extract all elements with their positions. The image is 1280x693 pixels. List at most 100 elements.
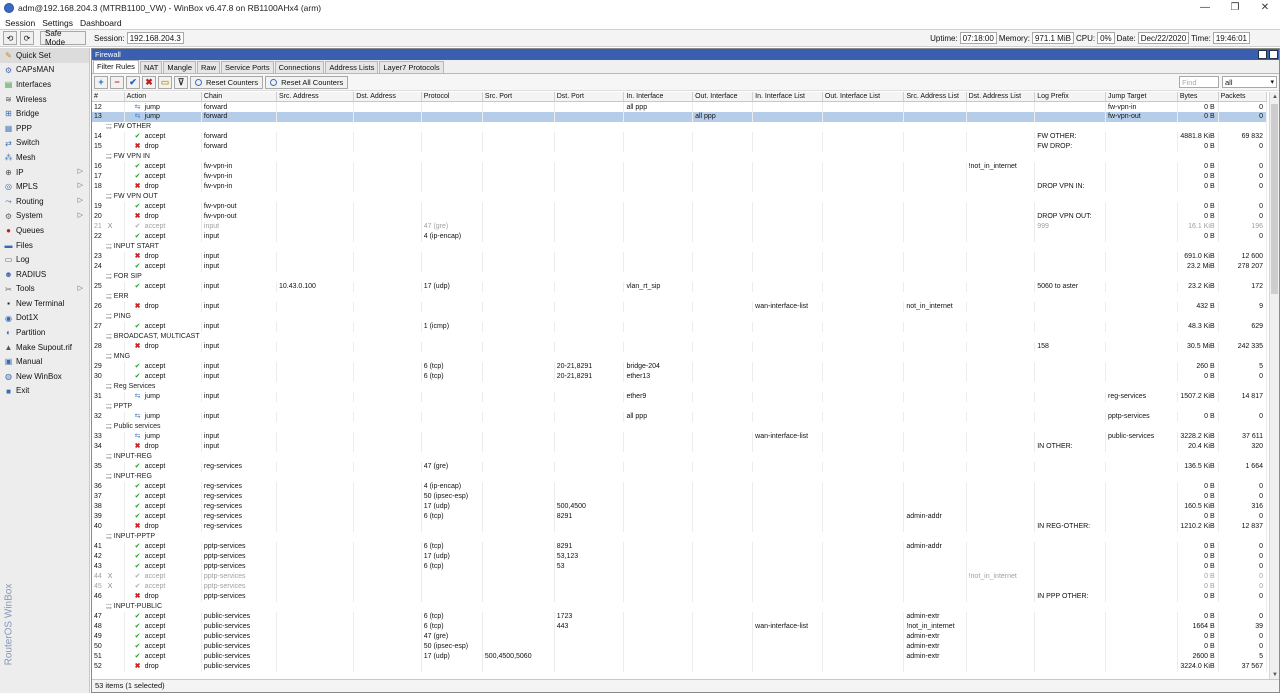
rule-row[interactable]: 38 ✔ accept reg-services 17 (udp) 500,4500 160… bbox=[92, 501, 1267, 512]
rule-row[interactable]: 50 ✔ accept public-services 50 (ipsec-esp) ad… bbox=[92, 641, 1267, 652]
disable-icon[interactable]: ✖ bbox=[142, 75, 156, 89]
comment-row[interactable]: ;;; BROADCAST, MULTICAST bbox=[92, 331, 1267, 342]
find-input[interactable]: Find bbox=[1179, 76, 1219, 88]
rule-row[interactable]: 14 ✔ accept forward FW OTHER: 4881.8 KiB 69 83… bbox=[92, 131, 1267, 142]
rule-row[interactable]: 40 ✖ drop reg-services IN REG-OTHER: 1210.2 K… bbox=[92, 521, 1267, 532]
column-header[interactable]: Jump Target bbox=[1105, 92, 1178, 103]
rule-row[interactable]: 36 ✔ accept reg-services 4 (ip-encap) 0 B0 bbox=[92, 481, 1267, 492]
vertical-scrollbar[interactable]: ▲ ▼ bbox=[1269, 92, 1279, 680]
remove-icon[interactable]: − bbox=[110, 75, 124, 89]
sidebar-item-partition[interactable]: ◐ Partition bbox=[0, 325, 89, 340]
column-header[interactable]: Dst. Port bbox=[554, 92, 625, 103]
tab-raw[interactable]: Raw bbox=[197, 61, 221, 73]
rule-row[interactable]: 35 ✔ accept reg-services 47 (gre) 136.5 KiB 1 … bbox=[92, 461, 1267, 472]
sidebar-item-switch[interactable]: ⇄ Switch bbox=[0, 136, 89, 151]
minimize-button[interactable]: — bbox=[1190, 0, 1220, 16]
comment-row[interactable]: ;;; ERR bbox=[92, 291, 1267, 302]
maximize-button[interactable]: ❐ bbox=[1220, 0, 1250, 16]
safe-mode-button[interactable]: Safe Mode bbox=[40, 29, 86, 47]
rule-row[interactable]: 19 ✔ accept fw-vpn-out 0 B0 bbox=[92, 201, 1267, 212]
comment-row[interactable]: ;;; PING bbox=[92, 311, 1267, 322]
comment-row[interactable]: ;;; INPUT-PPTP bbox=[92, 531, 1267, 542]
comment-row[interactable]: ;;; Public services bbox=[92, 421, 1267, 432]
rule-row[interactable]: 37 ✔ accept reg-services 50 (ipsec-esp) 0 B0 bbox=[92, 491, 1267, 502]
column-header[interactable]: Dst. Address List bbox=[966, 92, 1036, 103]
redo-button[interactable]: ⟳ bbox=[20, 31, 34, 45]
rule-row[interactable]: 24 ✔ accept input 23.2 MiB 278 207 bbox=[92, 261, 1267, 272]
tab-connections[interactable]: Connections bbox=[274, 61, 325, 73]
sidebar-item-mpls[interactable]: ◎ MPLS ▷ bbox=[0, 179, 89, 194]
rule-row[interactable]: 44 X ✔ accept pptp-services !not_in_internet 0… bbox=[92, 571, 1267, 582]
scroll-thumb[interactable] bbox=[1271, 104, 1278, 294]
sidebar-item-routing[interactable]: ⤳ Routing ▷ bbox=[0, 194, 89, 209]
sidebar-item-files[interactable]: ▬ Files bbox=[0, 238, 89, 253]
column-header[interactable]: Out. Interface bbox=[692, 92, 754, 103]
rule-row[interactable]: 34 ✖ drop input IN OTHER: 20.4 KiB 320 bbox=[92, 441, 1267, 452]
rule-row[interactable]: 41 ✔ accept pptp-services 6 (tcp) 8291 admin-a… bbox=[92, 541, 1267, 552]
tab-address-lists[interactable]: Address Lists bbox=[325, 61, 379, 73]
close-button[interactable]: ✕ bbox=[1250, 0, 1280, 16]
filter-select[interactable]: all bbox=[1222, 76, 1277, 88]
add-icon[interactable]: + bbox=[94, 75, 108, 89]
comment-row[interactable]: ;;; FW OTHER bbox=[92, 121, 1267, 132]
sidebar-item-dot1x[interactable]: ◉ Dot1X bbox=[0, 311, 89, 326]
column-header[interactable]: Src. Address bbox=[276, 92, 355, 103]
comment-row[interactable]: ;;; PPTP bbox=[92, 401, 1267, 412]
column-header[interactable]: In. Interface bbox=[623, 92, 694, 103]
column-header[interactable]: # bbox=[92, 92, 125, 103]
rule-row[interactable]: 12 ⇆ jump forward all ppp fw-vpn-in 0 B0 bbox=[92, 101, 1267, 112]
column-header[interactable]: Protocol bbox=[421, 92, 483, 103]
rule-row[interactable]: 31 ⇆ jump input ether9 reg-services 1507.2 KiB… bbox=[92, 391, 1267, 402]
sidebar-item-capsman[interactable]: ⚙ CAPsMAN bbox=[0, 63, 89, 78]
undo-button[interactable]: ⟲ bbox=[3, 31, 17, 45]
rule-row[interactable]: 51 ✔ accept public-services 17 (udp) 500,4500… bbox=[92, 651, 1267, 662]
sidebar-item-interfaces[interactable]: ▤ Interfaces bbox=[0, 77, 89, 92]
rule-row[interactable]: 29 ✔ accept input 6 (tcp) 20-21,8291 bridge-20… bbox=[92, 361, 1267, 372]
sidebar-item-new-terminal[interactable]: ▪ New Terminal bbox=[0, 296, 89, 311]
comment-row[interactable]: ;;; INPUT-PUBLIC bbox=[92, 601, 1267, 612]
sidebar-item-ppp[interactable]: ▦ PPP bbox=[0, 121, 89, 136]
rule-row[interactable]: 30 ✔ accept input 6 (tcp) 20-21,8291 ether13 0 … bbox=[92, 371, 1267, 382]
rule-row[interactable]: 27 ✔ accept input 1 (icmp) 48.3 KiB 629 bbox=[92, 321, 1267, 332]
comment-row[interactable]: ;;; INPUT-REG bbox=[92, 451, 1267, 462]
sidebar-item-exit[interactable]: ■ Exit bbox=[0, 384, 89, 399]
enable-icon[interactable]: ✔ bbox=[126, 75, 140, 89]
sidebar-item-make-supout-rif[interactable]: ▲ Make Supout.rif bbox=[0, 340, 89, 355]
sidebar-item-system[interactable]: ⚙ System ▷ bbox=[0, 209, 89, 224]
rule-row[interactable]: 52 ✖ drop public-services 3224.0 KiB 37 567 bbox=[92, 661, 1267, 672]
rule-row[interactable]: 32 ⇆ jump input all ppp pptp-services 0 B0 bbox=[92, 411, 1267, 422]
column-header[interactable]: Src. Port bbox=[482, 92, 555, 103]
tab-mangle[interactable]: Mangle bbox=[163, 61, 196, 73]
rule-row[interactable]: 21 X ✔ accept input 47 (gre) 999 16.1 KiB 196 bbox=[92, 221, 1267, 232]
comment-row[interactable]: ;;; FW VPN OUT bbox=[92, 191, 1267, 202]
tab-service-ports[interactable]: Service Ports bbox=[221, 61, 274, 73]
tab-nat[interactable]: NAT bbox=[139, 61, 163, 73]
rule-row[interactable]: 45 X ✔ accept pptp-services 0 B0 bbox=[92, 581, 1267, 592]
rule-row[interactable]: 28 ✖ drop input 158 30.5 MiB 242 335 bbox=[92, 341, 1267, 352]
rule-row[interactable]: 20 ✖ drop fw-vpn-out DROP VPN OUT: 0 B0 bbox=[92, 211, 1267, 222]
filter-icon[interactable]: ⊽ bbox=[174, 75, 188, 89]
rule-row[interactable]: 46 ✖ drop pptp-services IN PPP OTHER: 0 B0 bbox=[92, 591, 1267, 602]
rule-row[interactable]: 49 ✔ accept public-services 47 (gre) admin-ex… bbox=[92, 631, 1267, 642]
rule-row[interactable]: 43 ✔ accept pptp-services 6 (tcp) 53 0 B0 bbox=[92, 561, 1267, 572]
reset-all-counters-button[interactable]: Reset All Counters bbox=[265, 75, 349, 89]
column-header[interactable]: Dst. Address bbox=[353, 92, 422, 103]
column-header[interactable]: Action bbox=[124, 92, 202, 103]
reset-counters-button[interactable]: Reset Counters bbox=[190, 75, 264, 89]
rule-row[interactable]: 23 ✖ drop input 691.0 KiB 12 600 bbox=[92, 251, 1267, 262]
rule-row[interactable]: 26 ✖ drop input wan-interface-list not_in_int… bbox=[92, 301, 1267, 312]
sidebar-item-radius[interactable]: ☻ RADIUS bbox=[0, 267, 89, 282]
column-header[interactable]: Log Prefix bbox=[1034, 92, 1107, 103]
sidebar-item-log[interactable]: ▭ Log bbox=[0, 252, 89, 267]
comment-icon[interactable]: ▭ bbox=[158, 75, 172, 89]
tab-layer7-protocols[interactable]: Layer7 Protocols bbox=[379, 61, 444, 73]
column-header[interactable]: Packets bbox=[1218, 92, 1267, 103]
rule-row[interactable]: 42 ✔ accept pptp-services 17 (udp) 53,123 0 B0 bbox=[92, 551, 1267, 562]
menu-session[interactable]: Session bbox=[5, 18, 35, 28]
comment-row[interactable]: ;;; MNG bbox=[92, 351, 1267, 362]
close-window-icon[interactable] bbox=[1269, 50, 1278, 59]
sidebar-item-bridge[interactable]: ⊞ Bridge bbox=[0, 106, 89, 121]
rule-row[interactable]: 39 ✔ accept reg-services 6 (tcp) 8291 admin-ad… bbox=[92, 511, 1267, 522]
sidebar-item-tools[interactable]: ✂ Tools ▷ bbox=[0, 282, 89, 297]
tab-filter-rules[interactable]: Filter Rules bbox=[93, 60, 139, 73]
